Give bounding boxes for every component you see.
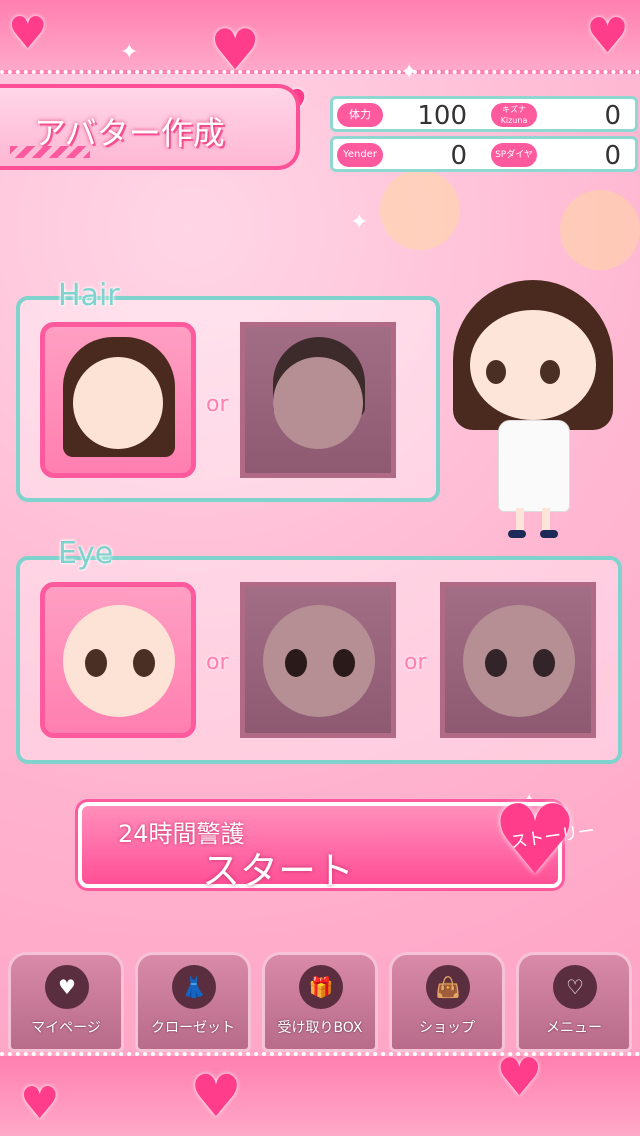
nav-gift-box[interactable]: 🎁 受け取りBOX — [262, 952, 378, 1052]
heart-icon: ♥ — [20, 1078, 60, 1129]
or-text: or — [404, 650, 427, 675]
nav-shop[interactable]: 👜 ショップ — [389, 952, 505, 1052]
sparkle-icon: ✦ — [400, 60, 419, 85]
sparkle-icon: ✦ — [120, 40, 139, 65]
dress-icon: 👗 — [172, 965, 216, 1009]
heart-icon: ♥ — [8, 8, 48, 59]
face-preview — [463, 605, 575, 717]
heart-icon: ♥ — [586, 8, 630, 64]
face-preview — [263, 605, 375, 717]
stats-row-1: 体力 100 キズナ Kizuna 0 — [330, 96, 638, 132]
eye-preview — [85, 649, 107, 677]
sp-heart-icon: ♥ — [45, 965, 89, 1009]
hair-panel-label: Hair — [58, 278, 120, 313]
nav-closet[interactable]: 👗 クローゼット — [135, 952, 251, 1052]
bokeh-circle — [560, 190, 640, 270]
eye-preview — [133, 649, 155, 677]
yender-value: 0 — [450, 141, 467, 171]
sp-diamond-value: 0 — [604, 141, 621, 171]
heart-icon: ♥ — [496, 1048, 543, 1108]
kizuna-label: キズナ Kizuna — [491, 103, 537, 127]
or-text: or — [206, 392, 229, 417]
hair-option-short[interactable] — [240, 322, 396, 478]
stamina-value: 100 — [417, 101, 467, 131]
hair-option-long[interactable] — [40, 322, 196, 478]
sparkle-icon: ✦ — [350, 210, 369, 235]
avatar-right-eye — [540, 360, 560, 384]
nav-label: マイページ — [31, 1020, 101, 1036]
eye-preview — [533, 649, 555, 677]
face-preview — [73, 357, 163, 449]
eye-option-3[interactable] — [440, 582, 596, 738]
face-preview — [273, 357, 363, 449]
stats-row-2: Yender 0 SPダイヤ 0 — [330, 136, 638, 172]
eye-preview — [333, 649, 355, 677]
bokeh-circle — [380, 170, 460, 250]
gift-icon: 🎁 — [299, 965, 343, 1009]
bottom-decoration — [0, 1052, 640, 1136]
stamina-stat: 体力 100 — [333, 101, 483, 131]
avatar-left-shoe — [508, 530, 526, 538]
eye-panel-label: Eye — [58, 536, 114, 571]
avatar-left-eye — [486, 360, 506, 384]
heart-icon: ♥ — [210, 18, 261, 83]
or-text: or — [206, 650, 229, 675]
avatar-dress — [498, 420, 570, 512]
yender-label: Yender — [337, 143, 383, 167]
eye-preview — [485, 649, 507, 677]
kizuna-stat: キズナ Kizuna 0 — [487, 101, 637, 131]
start-button[interactable]: 24時間警護 スタート ♥ ストーリー — [78, 792, 596, 893]
sp-diamond-label: SPダイヤ — [491, 143, 537, 167]
sp-diamond-stat: SPダイヤ 0 — [487, 141, 637, 171]
eye-preview — [285, 649, 307, 677]
nav-menu[interactable]: ♡ メニュー — [516, 952, 632, 1052]
title-stripes — [10, 146, 90, 158]
stamina-label: 体力 — [337, 103, 383, 127]
story-badge: ♥ ストーリー — [492, 792, 602, 888]
avatar-preview — [448, 280, 618, 540]
top-decoration — [0, 0, 640, 74]
heart-icon: ♥ — [190, 1062, 242, 1130]
nav-mypage[interactable]: ♥ マイページ — [8, 952, 124, 1052]
page-title-panel: アバター作成 — [0, 84, 300, 170]
menu-icon: ♡ — [553, 965, 597, 1009]
eye-option-2[interactable] — [240, 582, 396, 738]
nav-label: クローゼット — [151, 1020, 235, 1036]
nav-label: メニュー — [546, 1020, 602, 1036]
face-preview — [63, 605, 175, 717]
nav-label: ショップ — [419, 1020, 475, 1036]
avatar-right-shoe — [540, 530, 558, 538]
eye-option-1[interactable] — [40, 582, 196, 738]
kizuna-value: 0 — [604, 101, 621, 131]
nav-label: 受け取りBOX — [277, 1020, 363, 1036]
bag-icon: 👜 — [426, 965, 470, 1009]
start-button-label: スタート — [202, 849, 355, 893]
yender-stat: Yender 0 — [333, 141, 483, 171]
